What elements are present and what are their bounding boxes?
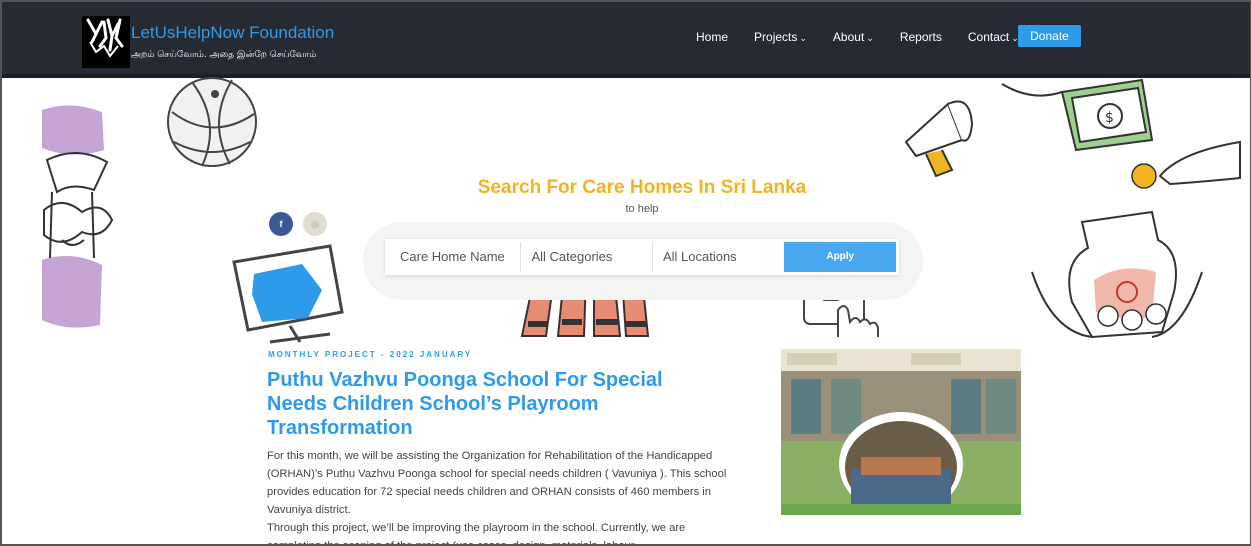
category-select[interactable]: All Categories xyxy=(521,242,653,272)
apply-button[interactable]: Apply xyxy=(784,242,896,272)
hero-section: f ◎ $ Search For Care Homes In Sri Lanka… xyxy=(2,77,1250,344)
article-title[interactable]: Puthu Vazhvu Poonga School For Special N… xyxy=(267,368,727,440)
nav-contact-label: Contact xyxy=(967,30,1010,44)
logo-icon[interactable] xyxy=(82,16,130,68)
monitor-illustration-icon xyxy=(232,244,344,344)
main-nav: Home Projects ⌄ About ⌄ Reports Contact ⌄ xyxy=(696,26,1045,48)
brand-title[interactable]: LetUsHelpNow Foundation xyxy=(131,23,334,43)
svg-text:$: $ xyxy=(1105,110,1114,126)
article-paragraph: Through this project, we’ll be improving… xyxy=(267,522,686,546)
brand-tagline: அறம் செய்வோம். அதை இன்றே செய்வோம் xyxy=(131,50,317,60)
site-header: LetUsHelpNow Foundation அறம் செய்வோம். அ… xyxy=(2,2,1250,78)
care-home-name-input[interactable]: Care Home Name xyxy=(390,242,522,272)
chevron-down-icon: ⌄ xyxy=(866,33,874,43)
megaphone-illustration-icon xyxy=(904,100,974,178)
care-home-search-form: Care Home Name All Categories All Locati… xyxy=(385,239,899,275)
facebook-icon[interactable]: f xyxy=(269,212,293,236)
article-paragraph: For this month, we will be assisting the… xyxy=(267,450,727,516)
donation-jar-illustration-icon xyxy=(1031,210,1203,339)
nav-projects[interactable]: Projects ⌄ xyxy=(754,30,807,44)
hands-illustration-icon xyxy=(42,105,114,328)
project-photo xyxy=(781,349,1021,515)
globe-illustration-icon xyxy=(167,77,257,167)
nav-reports[interactable]: Reports xyxy=(900,30,942,44)
nav-home[interactable]: Home xyxy=(696,30,728,44)
hero-title: Search For Care Homes In Sri Lanka xyxy=(477,177,807,198)
article-body: For this month, we will be assisting the… xyxy=(267,447,727,546)
nav-about-label: About xyxy=(832,30,865,44)
nav-about[interactable]: About ⌄ xyxy=(833,30,874,44)
location-select[interactable]: All Locations xyxy=(653,242,783,272)
hero-subtitle: to help xyxy=(625,203,659,215)
chevron-down-icon: ⌄ xyxy=(799,33,807,43)
nav-projects-label: Projects xyxy=(754,30,798,44)
article-kicker: MONTHLY PROJECT - 2022 JANUARY xyxy=(268,350,473,359)
instagram-icon[interactable]: ◎ xyxy=(303,212,327,236)
browser-viewport: LetUsHelpNow Foundation அறம் செய்வோம். அ… xyxy=(0,0,1251,546)
donate-button[interactable]: Donate xyxy=(1018,25,1081,47)
nav-contact[interactable]: Contact ⌄ xyxy=(968,30,1019,44)
